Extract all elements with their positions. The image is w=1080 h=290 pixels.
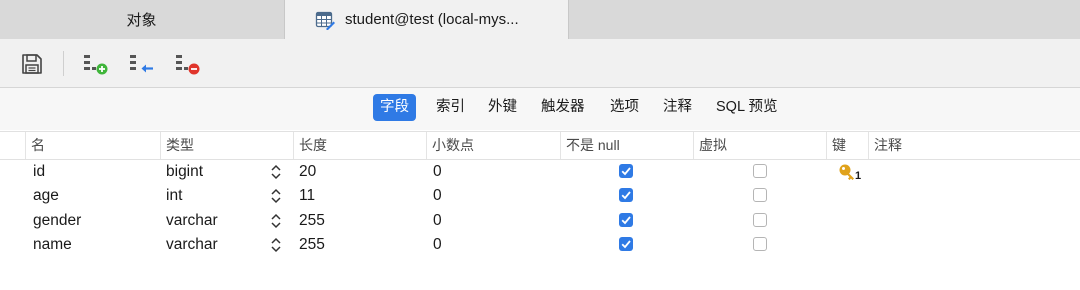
column-header-not-null[interactable]: 不是 null [560,132,694,159]
table-row[interactable]: age int 11 0 [0,184,1080,208]
field-length-cell[interactable]: 255 [299,233,325,257]
not-null-checkbox[interactable] [619,164,633,178]
tab-foreign-keys[interactable]: 外键 [481,94,524,121]
add-field-icon [84,55,108,75]
insert-field-button[interactable] [128,51,156,77]
column-header-name[interactable]: 名 [25,132,161,159]
tab-sql-preview[interactable]: SQL 预览 [709,94,785,121]
field-length-cell[interactable]: 11 [299,184,315,208]
checkmark-icon [621,240,631,249]
tab-options[interactable]: 选项 [603,94,646,121]
column-header-key[interactable]: 键 [826,132,869,159]
type-stepper-icon[interactable] [270,236,282,254]
field-length-cell[interactable]: 255 [299,209,325,233]
field-type-cell[interactable]: bigint [166,160,203,184]
insert-field-icon [130,55,153,73]
type-stepper-icon[interactable] [270,187,282,205]
not-null-checkbox[interactable] [619,213,633,227]
field-name-cell[interactable]: name [33,233,72,257]
tab-objects-label: 对象 [126,12,157,29]
virtual-checkbox[interactable] [753,188,767,202]
field-decimals-cell[interactable]: 0 [433,209,442,233]
tab-table-design-label: student@test (local-mys... [345,11,519,28]
field-type-cell[interactable]: varchar [166,209,218,233]
toolbar-separator [63,51,64,76]
checkmark-icon [621,216,631,225]
field-type-cell[interactable]: int [166,184,182,208]
column-header-comment[interactable]: 注释 [868,132,1080,159]
column-header-length[interactable]: 长度 [293,132,427,159]
not-null-checkbox[interactable] [619,188,633,202]
tab-fields[interactable]: 字段 [373,94,416,121]
document-tab-strip: 对象 student@test (local-mys... [0,0,1080,39]
tab-indexes[interactable]: 索引 [429,94,472,121]
field-name-cell[interactable]: age [33,184,59,208]
tab-table-design[interactable]: student@test (local-mys... [284,0,569,39]
field-decimals-cell[interactable]: 0 [433,233,442,257]
type-stepper-icon[interactable] [270,163,282,181]
toolbar [0,39,1080,88]
checkmark-icon [621,191,631,200]
column-header-type[interactable]: 类型 [160,132,294,159]
table-row[interactable]: id bigint 20 0 1 [0,160,1080,184]
checkmark-icon [621,167,631,176]
virtual-checkbox[interactable] [753,164,767,178]
field-name-cell[interactable]: gender [33,209,81,233]
field-decimals-cell[interactable]: 0 [433,184,442,208]
field-length-cell[interactable]: 20 [299,160,316,184]
type-stepper-icon[interactable] [270,212,282,230]
delete-field-icon [176,55,200,75]
design-section-tabs: 字段 索引 外键 触发器 选项 注释 SQL 预览 [0,88,1080,130]
save-button[interactable] [18,51,46,77]
delete-field-button[interactable] [174,51,202,77]
virtual-checkbox[interactable] [753,213,767,227]
field-type-cell[interactable]: varchar [166,233,218,257]
add-field-button[interactable] [82,51,110,77]
column-header-decimals[interactable]: 小数点 [426,132,561,159]
field-name-cell[interactable]: id [33,160,45,184]
column-header-virtual[interactable]: 虚拟 [693,132,827,159]
virtual-checkbox[interactable] [753,237,767,251]
tab-objects[interactable]: 对象 [0,0,283,39]
tab-comment[interactable]: 注释 [656,94,699,121]
table-row[interactable]: name varchar 255 0 [0,233,1080,257]
tab-triggers[interactable]: 触发器 [534,94,592,121]
not-null-checkbox[interactable] [619,237,633,251]
table-design-icon [315,11,335,30]
fields-grid-header: 名 类型 长度 小数点 不是 null 虚拟 键 注释 [0,131,1080,160]
field-decimals-cell[interactable]: 0 [433,160,442,184]
save-icon [22,54,42,74]
table-row[interactable]: gender varchar 255 0 [0,209,1080,233]
